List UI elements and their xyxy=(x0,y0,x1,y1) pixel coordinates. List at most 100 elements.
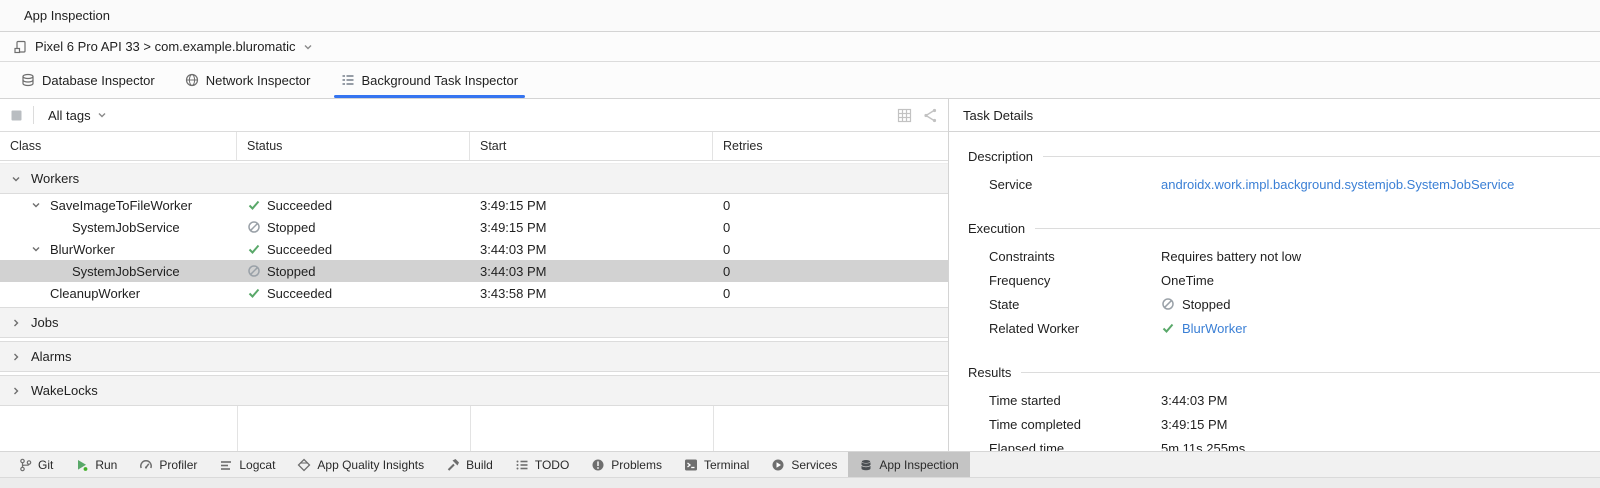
chevron-down-icon xyxy=(96,109,108,121)
class-name: SaveImageToFileWorker xyxy=(50,198,192,213)
all-tags-label: All tags xyxy=(48,108,91,123)
task-details-body: Description Service androidx.work.impl.b… xyxy=(949,132,1600,451)
group-label: Jobs xyxy=(31,315,58,330)
database-icon xyxy=(21,73,35,87)
detail-label: State xyxy=(989,297,1161,312)
status-text: Succeeded xyxy=(267,242,332,257)
stopped-icon xyxy=(247,220,261,234)
toolbar-item-terminal[interactable]: Terminal xyxy=(673,452,760,477)
tab-database-inspector[interactable]: Database Inspector xyxy=(6,62,170,98)
retries-cell: 0 xyxy=(713,282,948,304)
table-row-selected[interactable]: SystemJobService Stopped 3:44:03 PM 0 xyxy=(0,260,948,282)
section-title-text: Execution xyxy=(968,221,1025,236)
table-row[interactable]: CleanupWorker Succeeded 3:43:58 PM 0 xyxy=(0,282,948,304)
device-phone-icon xyxy=(14,40,28,54)
retries-cell: 0 xyxy=(713,216,948,238)
group-row-alarms[interactable]: Alarms xyxy=(0,341,948,372)
toolbar-item-git[interactable]: Git xyxy=(8,452,64,477)
start-cell: 3:44:03 PM xyxy=(470,238,713,260)
globe-icon xyxy=(185,73,199,87)
column-divider xyxy=(237,406,238,451)
detail-value: Stopped xyxy=(1182,297,1230,312)
toolbar-item-label: Run xyxy=(95,458,117,472)
run-icon xyxy=(75,458,89,472)
tab-background-task-inspector[interactable]: Background Task Inspector xyxy=(326,62,534,98)
detail-value: 5m 11s 255ms xyxy=(1161,441,1245,452)
group-label: Workers xyxy=(31,171,79,186)
toolbar-item-app-quality-insights[interactable]: App Quality Insights xyxy=(286,452,435,477)
detail-value: Requires battery not low xyxy=(1161,249,1301,264)
detail-label: Constraints xyxy=(989,249,1161,264)
task-details-header: Task Details xyxy=(949,99,1600,132)
detail-label: Time started xyxy=(989,393,1161,408)
toolbar-item-app-inspection[interactable]: App Inspection xyxy=(848,452,969,477)
background-task-inspector-panel: All tags Class Status Start Retries xyxy=(0,99,1600,451)
class-name: CleanupWorker xyxy=(50,286,140,301)
check-icon xyxy=(247,242,261,256)
table-view-icon[interactable] xyxy=(897,108,912,123)
status-text: Stopped xyxy=(267,264,315,279)
chevron-down-icon[interactable] xyxy=(30,199,42,211)
table-empty-area xyxy=(0,406,948,451)
toolbar-item-build[interactable]: Build xyxy=(435,452,504,477)
service-link[interactable]: androidx.work.impl.background.systemjob.… xyxy=(1161,177,1514,192)
section-rule xyxy=(1043,156,1600,157)
class-cell: CleanupWorker xyxy=(0,282,237,304)
status-text: Succeeded xyxy=(267,198,332,213)
detail-row-constraints: Constraints Requires battery not low xyxy=(989,244,1600,268)
stopped-icon xyxy=(247,264,261,278)
detail-row-elapsed-time: Elapsed time 5m 11s 255ms xyxy=(989,436,1600,451)
toolbar-item-profiler[interactable]: Profiler xyxy=(128,452,208,477)
app-quality-insights-icon xyxy=(297,458,311,472)
group-row-wakelocks[interactable]: WakeLocks xyxy=(0,375,948,406)
toolbar-item-logcat[interactable]: Logcat xyxy=(208,452,286,477)
group-row-workers[interactable]: Workers xyxy=(0,163,948,194)
toolbar-item-problems[interactable]: Problems xyxy=(580,452,673,477)
table-row[interactable]: SaveImageToFileWorker Succeeded 3:49:15 … xyxy=(0,194,948,216)
toolbar-item-run[interactable]: Run xyxy=(64,452,128,477)
class-name: SystemJobService xyxy=(72,264,180,279)
toolbar-item-label: Profiler xyxy=(159,458,197,472)
section-description: Description xyxy=(968,146,1600,166)
chevron-down-icon[interactable] xyxy=(30,243,42,255)
inspector-tabs: Database Inspector Network Inspector Bac… xyxy=(0,62,1600,99)
table-row[interactable]: SystemJobService Stopped 3:49:15 PM 0 xyxy=(0,216,948,238)
tab-network-inspector[interactable]: Network Inspector xyxy=(170,62,326,98)
tab-label: Network Inspector xyxy=(206,73,311,88)
section-rule xyxy=(1021,372,1600,373)
class-cell: SystemJobService xyxy=(0,216,237,238)
column-header-status[interactable]: Status xyxy=(237,132,470,160)
start-cell: 3:43:58 PM xyxy=(470,282,713,304)
detail-row-time-started: Time started 3:44:03 PM xyxy=(989,388,1600,412)
detail-label: Service xyxy=(989,177,1161,192)
toolbar-item-label: Logcat xyxy=(239,458,275,472)
toolbar-item-todo[interactable]: TODO xyxy=(504,452,580,477)
table-row[interactable]: BlurWorker Succeeded 3:44:03 PM 0 xyxy=(0,238,948,260)
section-execution: Execution xyxy=(968,218,1600,238)
status-text: Succeeded xyxy=(267,286,332,301)
device-process-selector-label: Pixel 6 Pro API 33 > com.example.bluroma… xyxy=(35,39,295,54)
detail-label: Frequency xyxy=(989,273,1161,288)
detail-row-related-worker: Related Worker BlurWorker xyxy=(989,316,1600,340)
toolbar-item-label: TODO xyxy=(535,458,569,472)
toolbar-item-services[interactable]: Services xyxy=(760,452,848,477)
check-icon xyxy=(247,198,261,212)
status-cell: Succeeded xyxy=(237,282,470,304)
detail-row-service: Service androidx.work.impl.background.sy… xyxy=(989,172,1600,196)
stop-square-icon[interactable] xyxy=(10,109,23,122)
column-header-retries[interactable]: Retries xyxy=(713,132,948,160)
tab-label: Background Task Inspector xyxy=(362,73,519,88)
class-cell: BlurWorker xyxy=(0,238,237,260)
all-tags-dropdown[interactable]: All tags xyxy=(44,108,112,123)
build-hammer-icon xyxy=(446,458,460,472)
column-header-class[interactable]: Class xyxy=(0,132,237,160)
column-header-start[interactable]: Start xyxy=(470,132,713,160)
device-process-bar[interactable]: Pixel 6 Pro API 33 > com.example.bluroma… xyxy=(0,32,1600,62)
related-worker-link[interactable]: BlurWorker xyxy=(1182,321,1247,336)
column-divider xyxy=(470,406,471,451)
group-row-jobs[interactable]: Jobs xyxy=(0,307,948,338)
detail-label: Related Worker xyxy=(989,321,1161,336)
detail-label: Elapsed time xyxy=(989,441,1161,452)
graph-view-icon[interactable] xyxy=(922,108,938,123)
group-label: Alarms xyxy=(31,349,71,364)
